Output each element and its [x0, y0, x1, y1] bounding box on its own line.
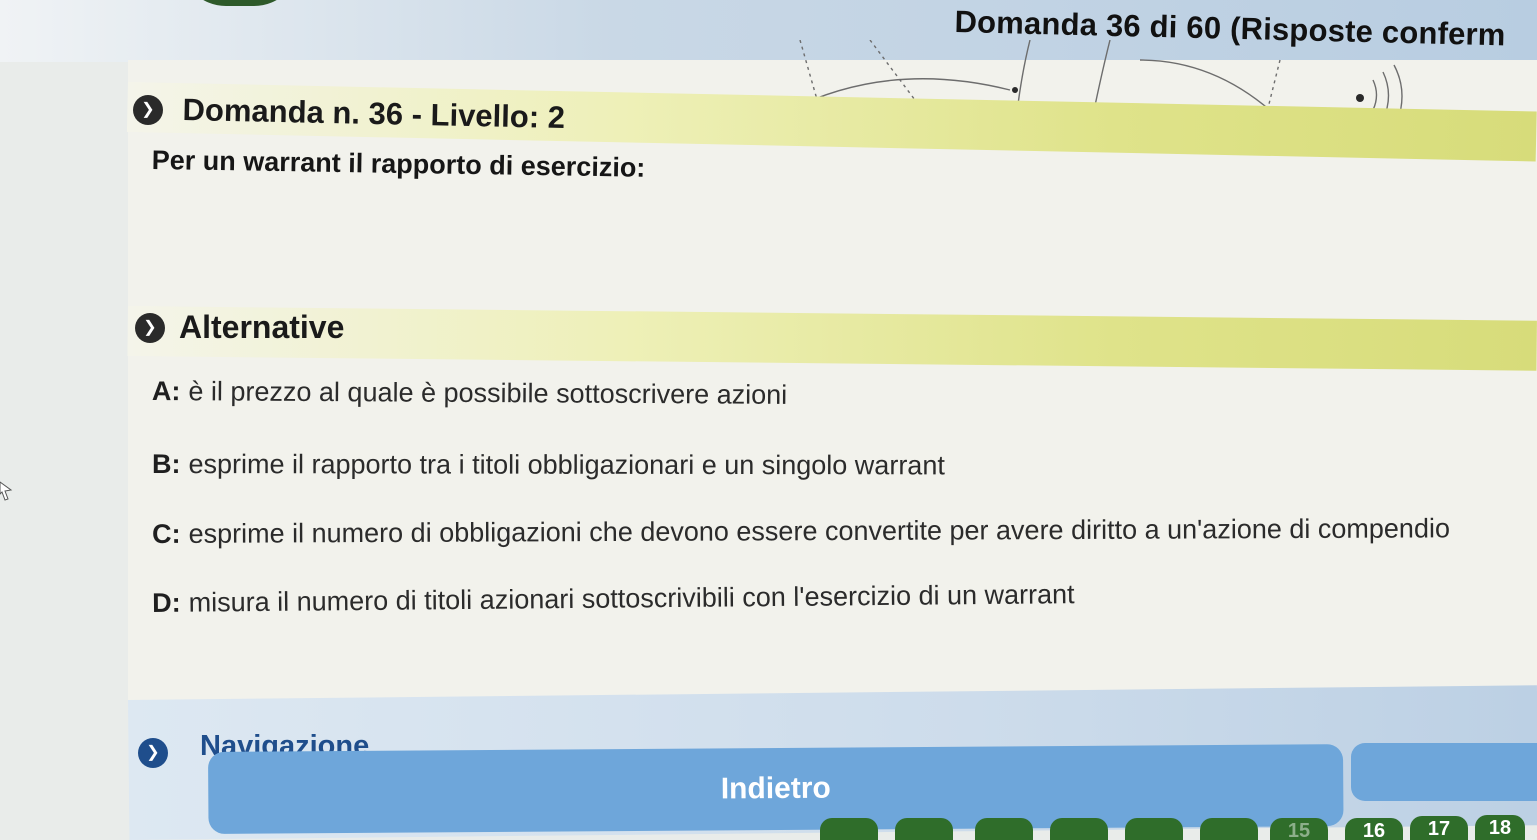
page-button[interactable]: 16 — [1345, 818, 1403, 840]
page-button[interactable]: 17 — [1410, 816, 1468, 840]
next-button[interactable] — [1351, 743, 1537, 801]
question-section-icon: ❯ — [133, 95, 163, 125]
option-letter: D: — [152, 587, 181, 618]
logo-arc — [180, 0, 300, 6]
alternatives-section-icon: ❯ — [135, 313, 165, 343]
page-button[interactable] — [1200, 818, 1258, 840]
page-button[interactable] — [1125, 818, 1183, 840]
page-button[interactable] — [820, 818, 878, 840]
option-letter: B: — [151, 449, 181, 480]
option-text: esprime il numero di obbligazioni che de… — [188, 513, 1451, 549]
option-a[interactable]: A: è il prezzo al quale è possibile sotto… — [152, 376, 787, 411]
option-letter: A: — [151, 376, 181, 407]
option-text: è il prezzo al quale è possibile sottosc… — [188, 376, 788, 410]
option-letter: C: — [152, 518, 181, 549]
mouse-cursor-icon — [0, 481, 13, 501]
page-button[interactable] — [975, 818, 1033, 840]
page-button[interactable] — [895, 818, 953, 840]
page-number-strip: 15 16 17 18 — [760, 815, 1537, 840]
page-button[interactable] — [1050, 818, 1108, 840]
alternatives-heading: Alternative — [179, 309, 345, 345]
option-c[interactable]: C: esprime il numero di obbligazioni che … — [152, 513, 1450, 550]
page-button[interactable]: 15 — [1270, 818, 1328, 840]
navigation-section-icon: ❯ — [138, 738, 168, 768]
page-button[interactable]: 18 — [1475, 815, 1525, 840]
option-b[interactable]: B: esprime il rapporto tra i titoli obbli… — [152, 449, 945, 481]
option-text: esprime il rapporto tra i titoli obbliga… — [188, 449, 945, 481]
